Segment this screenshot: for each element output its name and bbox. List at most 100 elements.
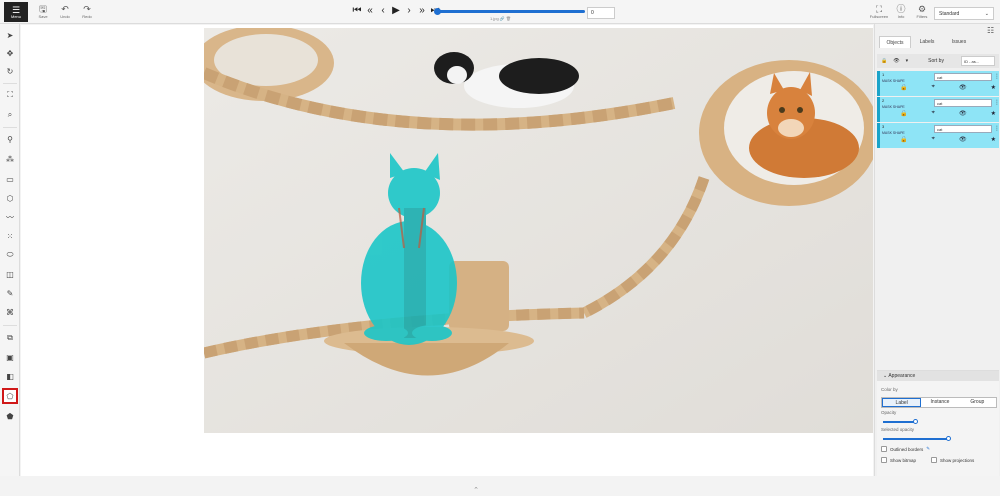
cuboid-tool-icon[interactable]: ◫ [2,266,18,282]
undo-label: Undo [60,14,70,19]
color-picker-icon[interactable]: ✎ [926,446,930,452]
appearance-title: Appearance [888,373,916,379]
brush-tool-icon[interactable]: ✎ [2,285,18,301]
annotation-image[interactable] [204,28,873,433]
workspace-value: Standard [939,11,960,17]
opacity-slider-handle[interactable] [913,419,918,424]
object-id: 3 [882,124,885,129]
object-item[interactable]: 2 MASK SHAPE cat ⋮ 🔒 ⌖ 👁 ★ [877,97,1000,122]
save-button[interactable]: 🖫 Save [34,4,52,22]
filename: 1.jpg 🔗 🗑 [490,16,511,21]
show-projections-checkbox[interactable]: Show projections [931,457,974,463]
eye-icon[interactable]: 👁 [893,58,899,64]
workspace-select[interactable]: Standard ⌄ [934,7,994,20]
eye-icon[interactable]: 👁 [959,110,967,117]
star-icon[interactable]: ★ [991,84,996,91]
checkbox-box[interactable] [881,457,887,463]
pin-icon[interactable]: ⌖ [932,136,935,143]
points-tool-icon[interactable]: ⁙ [2,228,18,244]
prev-step-button[interactable]: « [365,5,375,17]
info-icon: ⓘ [896,4,906,14]
selected-opacity-label: Selected opacity [881,427,915,432]
filename-text: 1.jpg [490,16,499,21]
fullscreen-button[interactable]: ⛶ Fullscreen [870,4,888,22]
next-frame-button[interactable]: › [404,5,414,17]
ellipse-tool-icon[interactable]: ⬭ [2,247,18,263]
outlined-borders-checkbox[interactable]: Outlined borders ✎ [881,446,930,452]
eye-icon[interactable]: 👁 [959,84,967,91]
fit-image-icon[interactable]: ⛶ [2,87,18,103]
chevron-down-icon: ⌄ [984,11,989,17]
object-label-select[interactable]: cat [934,73,992,81]
color-by-instance-option[interactable]: Instance [921,398,958,407]
selected-opacity-slider[interactable] [883,436,951,441]
divider [3,83,17,84]
zoom-region-icon[interactable]: ⌕ [2,107,18,123]
selected-opacity-slider-handle[interactable] [946,436,951,441]
show-bitmap-checkbox[interactable]: Show bitmap [881,457,916,463]
group-tool-icon[interactable]: ▣ [2,349,18,365]
frame-slider[interactable] [434,7,585,15]
star-icon[interactable]: ★ [991,136,996,143]
play-button[interactable]: ▶ [391,5,401,17]
lock-icon[interactable]: 🔒 [900,110,907,117]
redo-button[interactable]: ↷ Redo [78,4,96,22]
slice-tool-icon[interactable]: ⬟ [2,408,18,424]
next-step-button[interactable]: » [417,5,427,17]
first-frame-button[interactable]: ⏮ [352,5,362,17]
canvas-area[interactable]: ⌃ [21,25,873,494]
object-id: 2 [882,98,885,103]
redo-icon: ↷ [83,4,91,14]
menu-button[interactable]: ☰ Menu [4,2,28,22]
shape-mask-tool-icon[interactable]: ⬠ [2,388,18,404]
object-label-select[interactable]: cat [934,99,992,107]
show-bitmap-label: Show bitmap [890,457,917,463]
frame-slider-handle[interactable] [434,7,441,15]
color-by-label-option[interactable]: Label [882,398,922,407]
object-type: MASK SHAPE [882,105,905,109]
more-options-icon[interactable]: ⋮ [994,73,1000,80]
polyline-tool-icon[interactable]: 〰 [2,209,18,225]
star-icon[interactable]: ★ [991,110,996,117]
menu-label: Menu [10,13,21,19]
eye-icon[interactable]: 👁 [959,136,967,143]
opacity-slider[interactable] [883,419,918,424]
cat-photo [204,28,873,433]
magic-wand-icon[interactable]: ⚲ [2,131,18,147]
sort-select[interactable]: ID - as... [961,56,995,66]
move-tool-icon[interactable]: ✥ [2,45,18,61]
prev-frame-button[interactable]: ‹ [378,5,388,17]
appearance-header[interactable]: ⌄ Appearance [877,371,999,381]
tab-labels[interactable]: Labels [911,36,943,48]
collapse-panel-icon[interactable]: ☷ [987,26,994,35]
cursor-tool-icon[interactable]: ➤ [2,27,18,43]
rotate-tool-icon[interactable]: ↻ [2,63,18,79]
color-by-group-option[interactable]: Group [959,398,996,407]
split-tool-icon[interactable]: ◧ [2,368,18,384]
checkbox-box[interactable] [931,457,937,463]
more-options-icon[interactable]: ⋮ [994,99,1000,106]
filters-button[interactable]: ⚙ Filters [913,4,931,22]
object-item[interactable]: 3 MASK SHAPE cat ⋮ 🔒 ⌖ 👁 ★ [877,123,1000,148]
object-label-select[interactable]: cat [934,125,992,133]
frame-number-input[interactable]: 0 [587,7,615,19]
chevron-up-icon[interactable]: ⌃ [469,486,483,496]
undo-button[interactable]: ↶ Undo [56,4,74,22]
ai-tools-icon[interactable]: ⁂ [2,151,18,167]
tag-tool-icon[interactable]: ⌘ [2,304,18,320]
object-item[interactable]: 1 MASK SHAPE cat ⋮ 🔒 ⌖ 👁 ★ [877,71,1000,96]
chevron-down-icon[interactable]: ▾ [906,58,909,64]
tab-objects[interactable]: Objects [879,36,911,48]
polygon-tool-icon[interactable]: ⬡ [2,190,18,206]
merge-tool-icon[interactable]: ⧉ [2,330,18,346]
checkbox-box[interactable] [881,446,887,452]
pin-icon[interactable]: ⌖ [932,110,935,117]
more-options-icon[interactable]: ⋮ [994,125,1000,132]
pin-icon[interactable]: ⌖ [932,84,935,91]
rectangle-tool-icon[interactable]: ▭ [2,171,18,187]
lock-icon[interactable]: 🔒 [900,84,907,91]
info-button[interactable]: ⓘ Info [892,4,910,22]
lock-icon[interactable]: 🔒 [900,136,907,143]
lock-icon[interactable]: 🔒 [881,58,887,64]
tab-issues[interactable]: Issues [943,36,975,48]
